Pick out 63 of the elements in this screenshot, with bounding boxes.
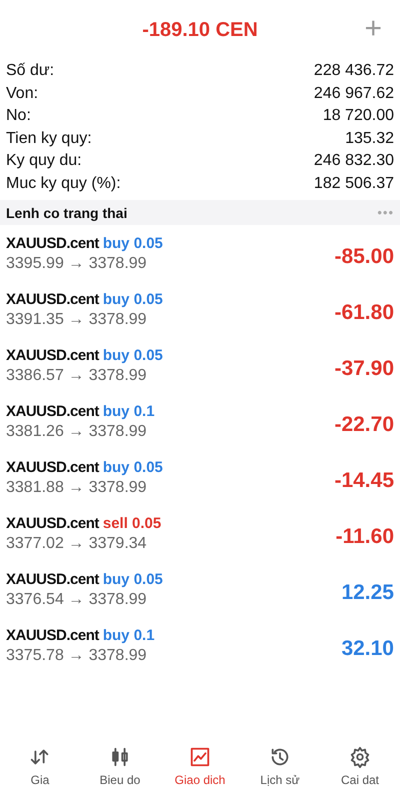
order-prices: 3391.35 → 3378.99 <box>6 311 148 329</box>
order-prices: 3375.78 → 3378.99 <box>6 647 148 665</box>
order-row[interactable]: XAUUSD.cent buy 0.1 3375.78 → 3378.99 32.10 <box>0 617 400 673</box>
tab[interactable]: Gia <box>5 746 75 787</box>
tab[interactable]: Bieu do <box>85 746 155 787</box>
order-trade: buy 0.05 <box>102 459 163 476</box>
account-value: 18 720.00 <box>322 107 394 126</box>
order-prices: 3395.99 → 3378.99 <box>6 255 148 273</box>
chart-icon <box>189 746 211 768</box>
account-value: 246 832.30 <box>314 152 394 170</box>
account-label: Von: <box>6 84 38 103</box>
order-trade: buy 0.05 <box>102 347 163 364</box>
tab[interactable]: Lịch sử <box>245 746 315 787</box>
order-trade: buy 0.1 <box>102 627 155 644</box>
order-profit: -11.60 <box>336 525 394 549</box>
account-label: Ky quy du: <box>6 152 82 170</box>
order-row[interactable]: XAUUSD.cent buy 0.05 3381.88 → 3378.99 -14.45 <box>0 449 400 505</box>
candlestick-icon <box>109 746 131 768</box>
order-row[interactable]: XAUUSD.cent buy 0.1 3381.26 → 3378.99 -22.70 <box>0 393 400 449</box>
order-symbol: XAUUSD.cent <box>6 571 99 588</box>
account-value: 135.32 <box>345 130 394 148</box>
order-trade: buy 0.05 <box>102 235 163 252</box>
order-symbol: XAUUSD.cent <box>6 347 99 364</box>
order-trade: buy 0.05 <box>102 571 163 588</box>
section-title: Lenh co trang thai <box>6 204 128 220</box>
tab[interactable]: Cai dat <box>325 746 395 787</box>
order-profit: -14.45 <box>334 469 394 493</box>
order-profit: -37.90 <box>334 357 394 381</box>
account-label: No: <box>6 107 31 126</box>
order-prices: 3376.54 → 3378.99 <box>6 591 148 609</box>
order-row[interactable]: XAUUSD.cent buy 0.05 3395.99 → 3378.99 -85.00 <box>0 225 400 281</box>
order-prices: 3377.02 → 3379.34 <box>6 535 148 553</box>
order-profit: -61.80 <box>334 301 394 325</box>
order-prices: 3386.57 → 3378.99 <box>6 367 148 385</box>
order-symbol: XAUUSD.cent <box>6 627 99 644</box>
order-row[interactable]: XAUUSD.cent buy 0.05 3391.35 → 3378.99 -61.80 <box>0 281 400 337</box>
order-symbol: XAUUSD.cent <box>6 291 99 308</box>
account-value: 246 967.62 <box>314 84 394 103</box>
account-label: Số dư: <box>6 62 54 80</box>
balance-title: -189.10 CEN <box>142 18 258 42</box>
tab[interactable]: Giao dich <box>165 746 235 787</box>
order-row[interactable]: XAUUSD.cent sell 0.05 3377.02 → 3379.34 -11.60 <box>0 505 400 561</box>
order-trade: sell 0.05 <box>102 515 162 532</box>
order-symbol: XAUUSD.cent <box>6 235 99 252</box>
account-label: Muc ky quy (%): <box>6 174 121 193</box>
order-symbol: XAUUSD.cent <box>6 459 99 476</box>
order-profit: 32.10 <box>341 637 394 661</box>
order-profit: -22.70 <box>334 413 394 437</box>
order-trade: buy 0.05 <box>102 291 163 308</box>
order-row[interactable]: XAUUSD.cent buy 0.05 3386.57 → 3378.99 -37.90 <box>0 337 400 393</box>
order-profit: -85.00 <box>334 245 394 269</box>
order-symbol: XAUUSD.cent <box>6 515 99 532</box>
account-label: Tien ky quy: <box>6 130 92 148</box>
order-symbol: XAUUSD.cent <box>6 403 99 420</box>
history-icon <box>269 746 291 768</box>
account-value: 182 506.37 <box>314 174 394 193</box>
order-row[interactable]: XAUUSD.cent buy 0.05 3376.54 → 3378.99 12.25 <box>0 561 400 617</box>
order-trade: buy 0.1 <box>102 403 155 420</box>
order-prices: 3381.26 → 3378.99 <box>6 423 148 441</box>
settings-icon <box>349 746 371 768</box>
order-profit: 12.25 <box>341 581 394 605</box>
order-prices: 3381.88 → 3378.99 <box>6 479 148 497</box>
account-value: 228 436.72 <box>314 62 394 80</box>
